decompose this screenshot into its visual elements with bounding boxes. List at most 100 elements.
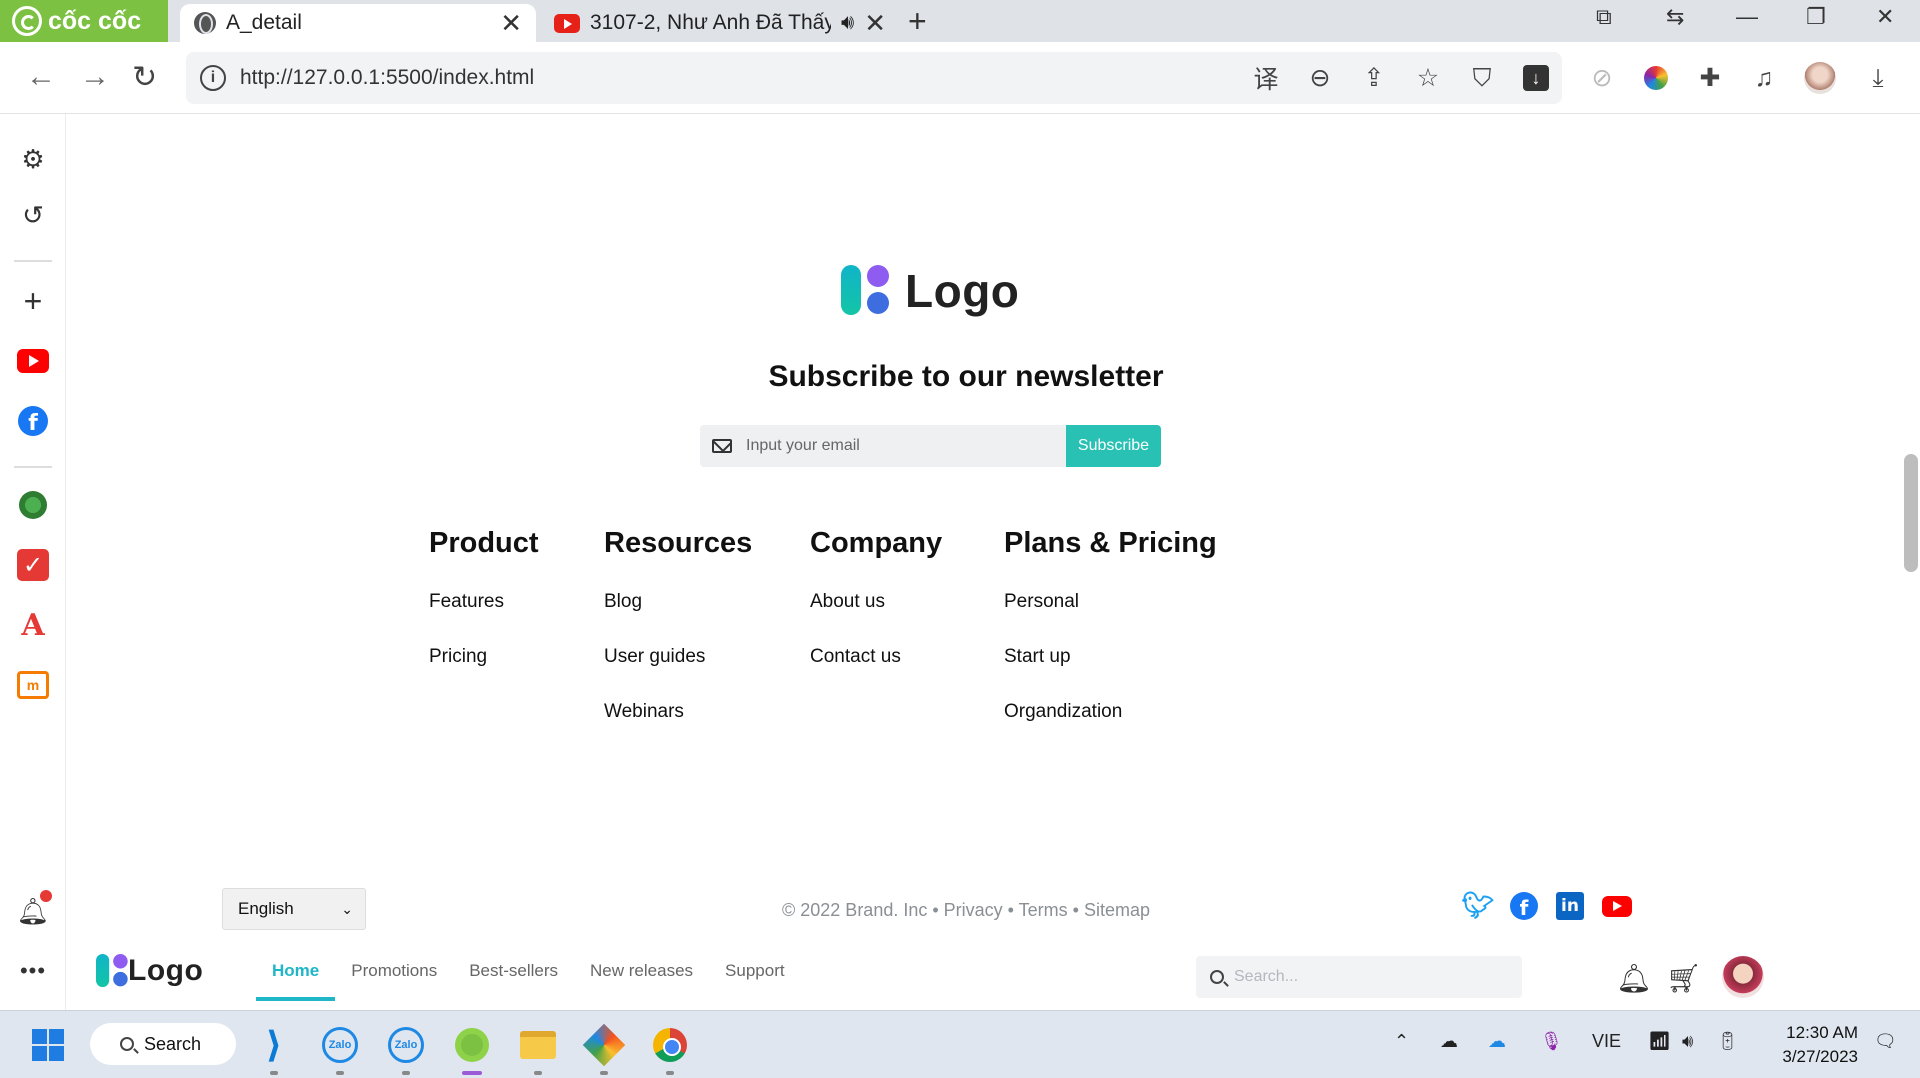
extensions-puzzle-icon[interactable]: ✚ — [1694, 62, 1726, 94]
close-tab-icon[interactable]: ✕ — [500, 8, 522, 39]
wifi-icon[interactable]: 📶︎ — [1648, 1031, 1671, 1052]
sidebar-shop-icon[interactable]: m — [16, 668, 50, 702]
new-tab-button[interactable]: + — [908, 3, 927, 40]
close-window-button[interactable]: ✕ — [1876, 4, 1894, 30]
zalo-2-icon[interactable]: Zalo — [386, 1025, 426, 1075]
footer-logo[interactable]: Logo — [841, 264, 1019, 318]
input-language[interactable]: VIE — [1592, 1031, 1621, 1052]
page-viewport: Logo Subscribe to our newsletter Subscri… — [66, 114, 1896, 1010]
nav-home[interactable]: Home — [256, 946, 336, 1001]
file-explorer-icon[interactable] — [518, 1025, 558, 1075]
coccoc-taskbar-icon[interactable] — [452, 1025, 492, 1075]
more-options-icon[interactable]: ••• — [16, 954, 50, 988]
tab-title: 3107-2, Như Anh Đã Thấy — [590, 11, 831, 34]
address-bar[interactable]: i http://127.0.0.1:5500/index.html — [186, 52, 1562, 104]
history-icon[interactable]: ↺ — [16, 198, 50, 232]
sidebar-a-icon[interactable]: A — [16, 608, 50, 643]
header-logo-text: Logo — [128, 954, 204, 987]
nav-new-releases[interactable]: New releases — [574, 946, 709, 1001]
search-icon — [120, 1037, 134, 1051]
site-header: Logo Home Promotions Best-sellers New re… — [66, 946, 1896, 1010]
translate-icon[interactable]: 译 — [1250, 62, 1282, 94]
twitter-icon[interactable]: 🐦︎ — [1462, 891, 1495, 921]
add-panel-icon[interactable]: + — [16, 283, 50, 319]
bookmark-star-icon[interactable]: ☆ — [1412, 62, 1444, 94]
tray-overflow-chevron-icon[interactable]: ⌃ — [1394, 1031, 1409, 1052]
tab-search-icon[interactable]: ⧉ — [1596, 4, 1612, 30]
downloads-icon[interactable]: ⤓ — [1862, 62, 1894, 94]
forward-button[interactable]: → — [80, 60, 110, 94]
playlist-icon[interactable]: ♫ — [1748, 62, 1780, 94]
envelope-icon — [712, 439, 732, 453]
user-avatar[interactable] — [1722, 956, 1764, 998]
sidebar-todo-icon[interactable]: ✓ — [16, 548, 50, 582]
color-extension-icon[interactable] — [1640, 62, 1672, 94]
footer-link-user-guides[interactable]: User guides — [604, 645, 752, 700]
logo-mark-icon — [96, 954, 128, 987]
compass-icon[interactable]: ⊘ — [1586, 62, 1618, 94]
footer-link-webinars[interactable]: Webinars — [604, 700, 752, 755]
linkedin-icon[interactable]: in — [1556, 892, 1584, 920]
footer-link-blog[interactable]: Blog — [604, 590, 752, 645]
back-button[interactable]: ← — [26, 60, 56, 94]
email-field-wrapper — [700, 425, 1066, 467]
search-input[interactable] — [1234, 968, 1514, 986]
header-logo[interactable]: Logo — [96, 954, 203, 988]
notification-center-icon[interactable]: 🗨︎ — [1874, 1031, 1897, 1052]
youtube-icon[interactable] — [1602, 895, 1632, 917]
footer-link-start-up[interactable]: Start up — [1004, 645, 1217, 700]
newsletter-form: Subscribe — [700, 425, 1161, 467]
windows-start-icon[interactable] — [32, 1029, 64, 1061]
settings-gear-icon[interactable]: ⚙ — [16, 142, 50, 176]
coccoc-menu-button[interactable]: cốc cốc — [0, 0, 168, 42]
footer-link-organization[interactable]: Organdization — [1004, 700, 1217, 755]
footer-link-pricing[interactable]: Pricing — [429, 645, 539, 700]
sidebar-soccer-icon[interactable] — [16, 488, 50, 522]
site-info-icon[interactable]: i — [200, 65, 226, 91]
reload-button[interactable]: ↻ — [132, 60, 157, 95]
zalo-icon[interactable]: Zalo — [320, 1025, 360, 1075]
sidebar-youtube-icon[interactable] — [16, 344, 50, 378]
footer-link-about-us[interactable]: About us — [810, 590, 942, 645]
nav-support[interactable]: Support — [709, 946, 801, 1001]
zoom-out-icon[interactable]: ⊖ — [1304, 62, 1336, 94]
facebook-icon[interactable]: f — [1510, 892, 1538, 920]
tab-a-detail[interactable]: A_detail ✕ — [180, 4, 536, 42]
download-page-icon[interactable]: ↓ — [1520, 62, 1552, 94]
tab-youtube[interactable]: 3107-2, Như Anh Đã Thấy 🔊︎ ✕ — [540, 4, 900, 42]
subscribe-button[interactable]: Subscribe — [1066, 425, 1161, 467]
restore-button[interactable]: ❐ — [1806, 4, 1826, 30]
column-heading: Company — [810, 527, 943, 559]
battery-icon[interactable]: 🔋︎ — [1716, 1031, 1739, 1052]
nav-promotions[interactable]: Promotions — [335, 946, 453, 1001]
footer-link-contact-us[interactable]: Contact us — [810, 645, 942, 700]
clock[interactable]: 12:30 AM 3/27/2023 — [1768, 1021, 1858, 1069]
vscode-icon[interactable]: ⟩ — [254, 1024, 294, 1075]
email-input[interactable] — [746, 437, 1046, 455]
cart-icon[interactable]: 🛒︎ — [1666, 962, 1702, 995]
cloud-icon[interactable]: ☁ — [1440, 1031, 1458, 1052]
notifications-bell-icon[interactable]: 🔔︎ — [16, 890, 52, 928]
speaker-icon[interactable]: 🔊︎ — [841, 11, 854, 35]
sidebar-toggle-icon[interactable]: ⇆ — [1666, 4, 1684, 30]
close-tab-icon[interactable]: ✕ — [864, 8, 886, 39]
footer-link-personal[interactable]: Personal — [1004, 590, 1217, 645]
browser-toolbar: ← → ↻ i http://127.0.0.1:5500/index.html… — [0, 42, 1920, 114]
share-icon[interactable]: ⇪ — [1358, 62, 1390, 94]
footer-link-features[interactable]: Features — [429, 590, 539, 645]
nav-best-sellers[interactable]: Best-sellers — [453, 946, 574, 1001]
chrome-icon[interactable] — [650, 1025, 690, 1075]
page-scrollbar[interactable] — [1900, 114, 1920, 1010]
scrollbar-thumb[interactable] — [1904, 454, 1918, 572]
profile-avatar[interactable] — [1804, 62, 1836, 94]
minimize-button[interactable]: — — [1736, 4, 1758, 30]
header-bell-icon[interactable]: 🔔︎ — [1616, 962, 1652, 995]
sidebar-facebook-icon[interactable]: f — [16, 404, 50, 438]
onedrive-icon[interactable]: ☁ — [1488, 1031, 1506, 1052]
tab-title: A_detail — [226, 11, 302, 34]
gem-app-icon[interactable] — [582, 1023, 626, 1075]
taskbar-search[interactable]: Search — [90, 1023, 236, 1065]
volume-icon[interactable]: 🔊︎ — [1682, 1031, 1693, 1052]
microphone-icon[interactable]: 🎙︎ — [1540, 1031, 1563, 1052]
shield-icon[interactable]: ⛉ — [1466, 62, 1498, 94]
